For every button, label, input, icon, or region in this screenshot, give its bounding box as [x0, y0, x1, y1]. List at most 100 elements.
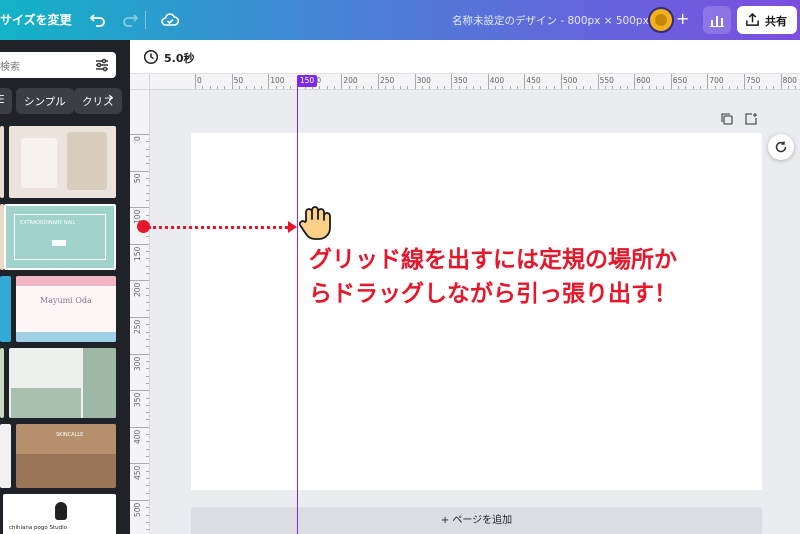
template-thumb[interactable]: chihiana pogo Studio [3, 494, 116, 534]
ruler-minor-tick [246, 86, 248, 89]
add-page-icon[interactable] [744, 111, 758, 125]
chip-1[interactable]: E [0, 88, 12, 114]
share-button[interactable]: 共有 [737, 6, 797, 34]
ruler-minor-tick [348, 86, 350, 89]
redo-icon[interactable] [120, 10, 140, 30]
filter-icon[interactable] [94, 57, 110, 73]
ruler-minor-tick [282, 86, 284, 89]
undo-icon[interactable] [88, 10, 108, 30]
ruler-tick-label: 350 [453, 76, 468, 85]
template-panel: 検索 E シンプル クリス › EXTRAORDINARY NAIL Mayum… [0, 40, 130, 534]
ruler-tick-label: 450 [526, 76, 541, 85]
ruler-horizontal[interactable]: 0 50 100 150 200 250 300 350 400 450 500 550 600 650 7… [150, 74, 800, 90]
refresh-button[interactable] [768, 134, 794, 160]
ruler-tick-label: 100 [270, 76, 285, 85]
card-shape [21, 138, 57, 188]
ruler-minor-tick [146, 236, 149, 238]
hand-cursor-icon [296, 206, 334, 242]
refresh-icon [775, 141, 787, 153]
ruler-tick-label: 650 [672, 76, 688, 85]
ruler-vertical[interactable]: 0 50 100 150 200 250 300 350 400 450 500 [130, 90, 150, 534]
ruler-minor-tick [146, 434, 149, 436]
duration-label[interactable]: 5.0秒 [164, 50, 195, 66]
ruler-minor-tick [146, 478, 149, 480]
ruler-tick-label: 550 [599, 76, 614, 85]
button-shape [52, 240, 66, 246]
guide-line[interactable] [297, 85, 298, 534]
ruler-tick-label: 600 [636, 76, 651, 85]
ruler-minor-tick [253, 86, 255, 89]
avatar[interactable] [648, 7, 674, 33]
flower-border [16, 332, 116, 342]
duplicate-page-icon[interactable] [720, 111, 734, 125]
ruler-minor-tick [575, 86, 577, 89]
ruler-minor-tick [700, 86, 702, 89]
ruler-tick [268, 74, 270, 89]
ruler-minor-tick [146, 397, 149, 399]
ruler-tick [487, 74, 489, 89]
ruler-tick-label: 150 [133, 246, 142, 261]
ruler-tick-label: 750 [746, 76, 761, 85]
template-thumb[interactable] [9, 126, 116, 198]
ruler-minor-tick [146, 199, 149, 201]
ruler-minor-tick [736, 86, 738, 89]
template-thumb[interactable]: SKINCALLE [16, 424, 116, 488]
resize-button[interactable]: サイズを変更 [0, 11, 72, 28]
ruler-minor-tick [722, 86, 724, 89]
add-collaborator-button[interactable]: + [676, 9, 689, 28]
ruler-minor-tick [146, 273, 149, 275]
ruler-minor-tick [146, 470, 149, 472]
cloud-saved-icon[interactable] [160, 10, 180, 30]
ruler-minor-tick [146, 368, 149, 370]
ruler-minor-tick [678, 86, 680, 89]
chevron-right-icon[interactable]: › [108, 90, 114, 106]
ruler-tick [130, 207, 149, 209]
drag-arrow-line [148, 226, 294, 229]
template-thumb[interactable] [0, 126, 4, 198]
search-input[interactable]: 検索 [0, 52, 116, 78]
ruler-minor-tick [146, 287, 149, 289]
ruler-tick [130, 390, 149, 392]
ruler-minor-tick [604, 86, 606, 89]
ruler-minor-tick [553, 86, 555, 89]
ruler-tick-label: 400 [489, 76, 505, 85]
ruler-tick-label: 500 [133, 502, 142, 517]
template-thumb[interactable] [0, 348, 4, 418]
ruler-minor-tick [787, 86, 789, 89]
chip-3[interactable]: クリス [74, 88, 122, 114]
ruler-minor-tick [692, 86, 694, 89]
ruler-minor-tick [146, 412, 149, 414]
ruler-minor-tick [663, 86, 665, 89]
ruler-minor-tick [370, 86, 372, 89]
ruler-tick [561, 74, 562, 89]
ruler-minor-tick [612, 86, 614, 89]
ruler-tick [597, 74, 599, 89]
chip-simple[interactable]: シンプル [16, 88, 74, 114]
template-thumb[interactable] [0, 276, 11, 342]
ruler-minor-tick [146, 155, 149, 157]
ruler-tick [451, 74, 453, 89]
design-canvas[interactable] [191, 133, 762, 490]
ruler-minor-tick [480, 86, 482, 89]
ruler-tick [130, 317, 149, 318]
add-page-button[interactable]: + ページを追加 [191, 507, 762, 534]
ruler-minor-tick [146, 265, 149, 267]
clock-icon[interactable] [143, 49, 159, 65]
template-thumb-selected[interactable]: EXTRAORDINARY NAIL [4, 204, 116, 270]
ruler-minor-tick [582, 86, 584, 89]
ruler-tick [231, 74, 233, 89]
ruler-minor-tick [146, 185, 149, 187]
ruler-minor-tick [146, 419, 149, 421]
template-thumb[interactable]: Mayumi Oda [16, 276, 116, 342]
template-thumb[interactable] [9, 348, 116, 418]
editor-toolbar: 5.0秒 [130, 40, 800, 74]
ruler-minor-tick [146, 295, 149, 297]
ruler-tick [634, 74, 636, 89]
ruler-tick-label: 0 [197, 76, 202, 85]
ruler-tick-label: 500 [563, 76, 578, 85]
ruler-minor-tick [146, 251, 149, 253]
ruler-tick [780, 74, 782, 89]
document-title[interactable]: 名称未設定のデザイン - 800px × 500px [452, 13, 649, 28]
insights-button[interactable] [703, 6, 731, 34]
template-thumb[interactable] [0, 424, 11, 488]
